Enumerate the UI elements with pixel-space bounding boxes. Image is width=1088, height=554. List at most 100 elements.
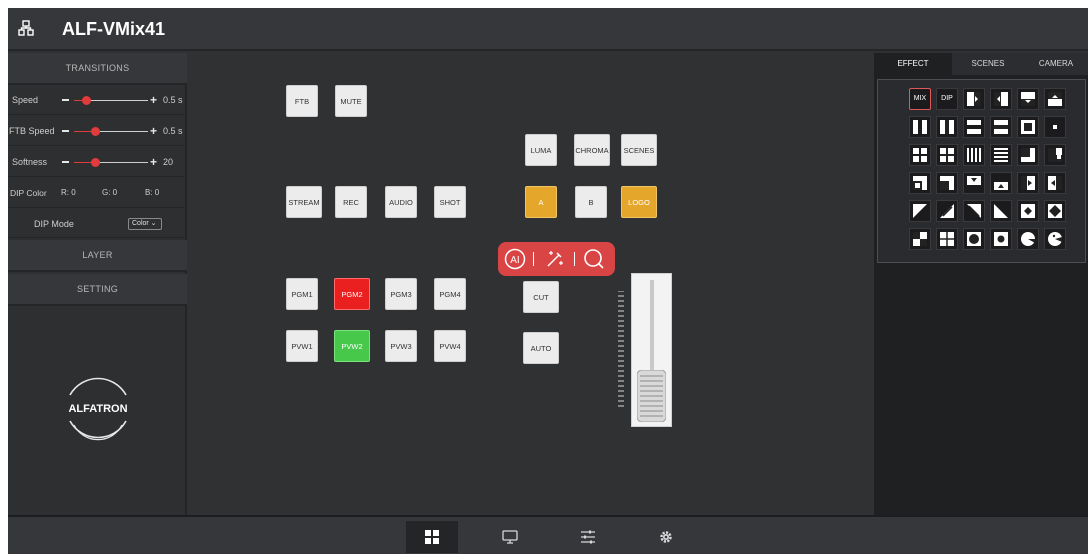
pgm4-button[interactable]: PGM4 [434,278,466,310]
softness-row: Softness + 20 [8,147,187,177]
effect-horizontal-blinds-icon[interactable] [990,144,1012,166]
mute-button[interactable]: MUTE [335,85,367,117]
effect-split-arrows-icon[interactable] [909,228,931,250]
speed-slider-knob[interactable] [82,96,91,105]
search-icon[interactable] [582,247,606,271]
dip-mode-selected: Color [132,220,149,227]
effect-diamond-large-icon[interactable] [1044,200,1066,222]
speed-minus-button[interactable] [62,99,69,101]
effect-grid: MIX DIP [877,79,1086,263]
dip-mode-row: DIP Mode Color ⌄ [8,209,187,238]
key-a-button[interactable]: A [525,186,557,218]
ftb-speed-row: FTB Speed + 0.5 s [8,116,187,146]
effect-vertical-center-icon[interactable] [936,116,958,138]
stream-button[interactable]: STREAM [286,186,322,218]
effect-vertical-split-icon[interactable] [909,116,931,138]
right-panel: EFFECT SCENES CAMERA MIX DIP [874,53,1088,515]
ai-icon[interactable]: AI [504,248,526,270]
effect-wipe-down-icon[interactable] [1017,88,1039,110]
effect-push-down-icon[interactable] [963,172,985,194]
effect-vertical-blinds-icon[interactable] [963,144,985,166]
nav-sliders-button[interactable] [562,521,614,553]
pvw3-button[interactable]: PVW3 [385,330,417,362]
effect-circle-small-icon[interactable] [990,228,1012,250]
speed-label: Speed [12,95,39,105]
effect-slide-top-left-icon[interactable] [909,172,931,194]
pgm1-button[interactable]: PGM1 [286,278,318,310]
cut-button[interactable]: CUT [523,281,559,313]
app-window: ALF-VMix41 TRANSITIONS Speed + 0.5 s FTB… [8,8,1088,554]
effect-cross-icon[interactable] [936,144,958,166]
effect-push-right-icon[interactable] [1017,172,1039,194]
audio-button[interactable]: AUDIO [385,186,417,218]
effect-corner-top-right-icon[interactable] [1044,144,1066,166]
ftb-speed-plus-button[interactable]: + [150,124,157,138]
effect-diagonal-top-right-icon[interactable] [963,200,985,222]
dip-color-b[interactable]: B: 0 [145,188,159,197]
transition-tbar[interactable] [631,273,672,427]
luma-button[interactable]: LUMA [525,134,557,166]
effect-circle-large-icon[interactable] [963,228,985,250]
magic-wand-icon[interactable] [544,248,566,270]
effect-mix[interactable]: MIX [909,88,931,110]
effect-box-out-icon[interactable] [1017,116,1039,138]
effect-diagonal-top-left-icon[interactable] [909,200,931,222]
bottom-nav [8,515,1088,554]
tab-scenes[interactable]: SCENES [952,53,1024,75]
key-b-button[interactable]: B [575,186,607,218]
effect-wipe-right-icon[interactable] [963,88,985,110]
ftb-speed-slider-knob[interactable] [91,127,100,136]
switcher-panel: FTB MUTE LUMA CHROMA SCENES STREAM REC A… [189,53,872,515]
effect-dip[interactable]: DIP [936,88,958,110]
softness-minus-button[interactable] [62,161,69,163]
softness-slider[interactable] [74,162,148,163]
layer-header[interactable]: LAYER [8,240,187,272]
softness-slider-knob[interactable] [91,158,100,167]
dip-color-row: DIP Color R: 0 G: 0 B: 0 [8,178,187,208]
effect-horizontal-split-icon[interactable] [963,116,985,138]
pvw2-button[interactable]: PVW2 [334,330,370,362]
nav-monitor-button[interactable] [484,521,536,553]
effect-quad-arrows-icon[interactable] [936,228,958,250]
effect-box-in-icon[interactable] [1044,116,1066,138]
transitions-header[interactable]: TRANSITIONS [8,53,187,85]
dip-color-g[interactable]: G: 0 [102,188,117,197]
ftb-button[interactable]: FTB [286,85,318,117]
effect-slide-top-right-icon[interactable] [936,172,958,194]
effect-diagonal-bottom-right-icon[interactable] [936,200,958,222]
auto-button[interactable]: AUTO [523,332,559,364]
effect-corner-bottom-left-icon[interactable] [1017,144,1039,166]
rec-button[interactable]: REC [335,186,367,218]
nav-grid-button[interactable] [406,521,458,553]
effect-diagonal-bottom-left-icon[interactable] [990,200,1012,222]
logo-button[interactable]: LOGO [621,186,657,218]
pgm3-button[interactable]: PGM3 [385,278,417,310]
tbar-handle[interactable] [637,370,666,422]
effect-push-up-icon[interactable] [990,172,1012,194]
dip-color-r[interactable]: R: 0 [61,188,76,197]
effect-push-left-icon[interactable] [1044,172,1066,194]
pgm2-button[interactable]: PGM2 [334,278,370,310]
ftb-speed-minus-button[interactable] [62,130,69,132]
chroma-button[interactable]: CHROMA [574,134,610,166]
network-icon[interactable] [18,20,34,36]
effect-pie-wipe-icon[interactable] [1044,228,1066,250]
nav-settings-button[interactable] [640,521,692,553]
softness-plus-button[interactable]: + [150,155,157,169]
speed-plus-button[interactable]: + [150,93,157,107]
shot-button[interactable]: SHOT [434,186,466,218]
tab-effect[interactable]: EFFECT [874,53,952,75]
scenes-button[interactable]: SCENES [621,134,657,166]
dip-mode-select[interactable]: Color ⌄ [128,218,162,230]
effect-quad-split-icon[interactable] [909,144,931,166]
ftb-speed-slider[interactable] [74,131,148,132]
effect-horizontal-center-icon[interactable] [990,116,1012,138]
effect-wipe-left-icon[interactable] [990,88,1012,110]
pvw4-button[interactable]: PVW4 [434,330,466,362]
tab-camera[interactable]: CAMERA [1024,53,1088,75]
effect-diamond-small-icon[interactable] [1017,200,1039,222]
effect-clock-wipe-icon[interactable] [1017,228,1039,250]
effect-wipe-up-icon[interactable] [1044,88,1066,110]
setting-header[interactable]: SETTING [8,274,187,306]
pvw1-button[interactable]: PVW1 [286,330,318,362]
